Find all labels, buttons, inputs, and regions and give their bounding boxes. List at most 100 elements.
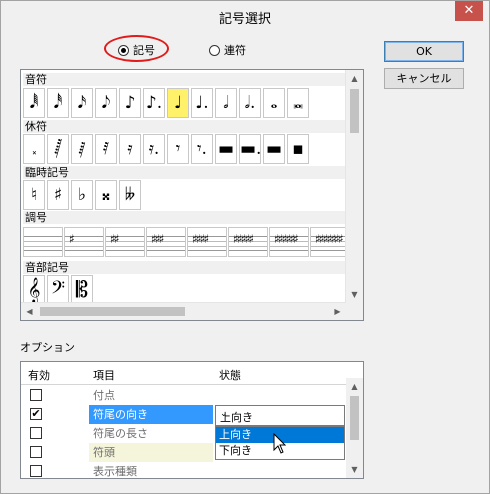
category-keys: 調号 <box>23 211 345 224</box>
key-row: ♯ ♯♯ ♯♯♯ ♯♯♯♯ ♯♯♯♯♯ ♯♯♯♯♯♯ ♯♯♯♯♯♯♯ <box>23 227 351 257</box>
accidental-symbol-cell[interactable]: ♭ <box>71 180 93 210</box>
key-signature-cell[interactable]: ♯♯♯ <box>146 227 186 257</box>
rest-symbol-cell[interactable]: 𝅁 <box>71 134 93 164</box>
key-accidentals: ♯♯ <box>110 232 120 246</box>
radio-tuplet[interactable]: 連符 <box>209 42 246 58</box>
option-item-name: 符尾の長さ <box>93 427 148 440</box>
note-symbol-cell[interactable]: ♪. <box>143 88 165 118</box>
note-symbol-cell[interactable]: 𝅘𝅥𝅯 <box>71 88 93 118</box>
rest-symbol-cell[interactable]: 𝅀 <box>95 134 117 164</box>
state-combobox[interactable]: 上向き ⌄ <box>215 405 345 426</box>
radio-tuplet-dot[interactable] <box>209 44 220 56</box>
rest-symbol-cell[interactable]: ▬ <box>215 134 237 164</box>
rest-symbol-cell[interactable]: ▬ <box>263 134 285 164</box>
rest-symbol-cell[interactable]: 𝄿 <box>119 134 141 164</box>
note-symbol-cell[interactable]: 𝅘𝅥𝅰 <box>47 88 69 118</box>
scroll-corner <box>346 303 363 320</box>
title-bar[interactable]: 記号選択 ✕ <box>1 1 489 31</box>
note-symbol-cell[interactable]: 𝅗𝅥. <box>239 88 261 118</box>
note-symbol-cell[interactable]: ♪ <box>119 88 141 118</box>
accidental-symbol-cell[interactable]: ♯ <box>47 180 69 210</box>
clef-row: 𝄞 𝄢 𝄡 <box>23 275 95 305</box>
highlight-oval <box>104 35 169 62</box>
key-accidentals: ♯ <box>69 232 75 246</box>
rest-symbol-cell[interactable]: ▪ <box>287 134 309 164</box>
option-row[interactable]: 付点 <box>21 386 346 405</box>
key-accidentals: ♯♯♯♯ <box>192 232 209 246</box>
scroll-right-icon[interactable]: ▶ <box>329 303 346 320</box>
key-signature-cell[interactable]: ♯♯♯♯ <box>187 227 227 257</box>
grid-scroll-thumb[interactable] <box>350 396 359 440</box>
enabled-checkbox[interactable] <box>30 465 42 477</box>
radio-tuplet-label: 連符 <box>224 44 246 57</box>
header-state: 状態 <box>219 369 241 382</box>
palette-vertical-scrollbar[interactable]: ▲ ▼ <box>345 70 363 303</box>
key-signature-cell[interactable]: ♯♯♯♯♯ <box>228 227 268 257</box>
key-accidentals: ♯♯♯♯♯♯♯ <box>315 232 344 246</box>
cancel-button[interactable]: キャンセル <box>384 68 464 89</box>
key-signature-cell[interactable]: ♯♯ <box>105 227 145 257</box>
clef-symbol-cell[interactable]: 𝄞 <box>23 275 45 305</box>
rest-symbol-cell[interactable]: 𝄿. <box>143 134 165 164</box>
scroll-thumb[interactable] <box>350 89 359 133</box>
rest-row: 𝅃 𝅂 𝅁 𝅀 𝄿 𝄿. 𝄾 𝄾. ▬ ▬. ▬ ▪ <box>23 134 311 164</box>
grid-scroll-up-icon[interactable]: ▲ <box>346 378 363 395</box>
option-item-name: 符尾の向き <box>89 405 213 424</box>
note-row: 𝅘𝅥𝅱 𝅘𝅥𝅰 𝅘𝅥𝅯 𝅘𝅥𝅮 ♪ ♪. ♩ ♩. 𝅗𝅥 𝅗𝅥. 𝅝 𝅜 <box>23 88 311 118</box>
options-label: オプション <box>20 341 75 354</box>
category-accidentals: 臨時記号 <box>23 166 345 179</box>
scroll-down-icon[interactable]: ▼ <box>346 286 363 303</box>
accidental-symbol-cell[interactable]: 𝄫 <box>119 180 141 210</box>
note-symbol-cell[interactable]: 𝅜 <box>287 88 309 118</box>
ok-button[interactable]: OK <box>384 41 464 62</box>
rest-symbol-cell[interactable]: 𝅂 <box>47 134 69 164</box>
enabled-checkbox[interactable] <box>30 389 42 401</box>
key-signature-cell[interactable] <box>23 227 63 257</box>
key-accidentals: ♯♯♯♯♯ <box>233 232 254 246</box>
enabled-checkbox[interactable] <box>30 446 42 458</box>
palette-horizontal-scrollbar[interactable]: ◀ ▶ <box>21 302 346 320</box>
note-symbol-cell[interactable]: 𝅝 <box>263 88 285 118</box>
window-title: 記号選択 <box>218 12 271 27</box>
option-item-name: 表示種類 <box>93 465 137 478</box>
grid-vertical-scrollbar[interactable]: ▲ ▼ <box>346 378 363 478</box>
header-enabled: 有効 <box>28 369 50 382</box>
chevron-down-icon[interactable]: ⌄ <box>220 409 339 419</box>
clef-symbol-cell[interactable]: 𝄢 <box>47 275 69 305</box>
clef-symbol-cell[interactable]: 𝄡 <box>71 275 93 305</box>
option-item-name: 付点 <box>93 389 115 402</box>
staff-lines <box>24 236 62 251</box>
scroll-up-icon[interactable]: ▲ <box>346 70 363 87</box>
enabled-checkbox[interactable]: ✔ <box>30 408 42 420</box>
note-symbol-cell[interactable]: 𝅗𝅥 <box>215 88 237 118</box>
note-symbol-cell[interactable]: ♩. <box>191 88 213 118</box>
key-accidentals: ♯♯♯ <box>151 232 164 246</box>
note-symbol-cell[interactable]: 𝅘𝅥𝅱 <box>23 88 45 118</box>
rest-symbol-cell[interactable]: 𝄾. <box>191 134 213 164</box>
note-symbol-cell[interactable]: 𝅘𝅥𝅮 <box>95 88 117 118</box>
header-item: 項目 <box>93 369 115 382</box>
accidental-symbol-cell[interactable]: ♮ <box>23 180 45 210</box>
category-rests: 休符 <box>23 120 345 133</box>
category-clefs: 音部記号 <box>23 261 345 274</box>
option-row[interactable]: 表示種類 <box>21 462 346 478</box>
scroll-left-icon[interactable]: ◀ <box>21 303 38 320</box>
grid-header: 有効 項目 状態 <box>21 362 346 385</box>
rest-symbol-cell[interactable]: ▬. <box>239 134 261 164</box>
accidental-symbol-cell[interactable]: 𝄪 <box>95 180 117 210</box>
key-signature-cell[interactable]: ♯♯♯♯♯♯♯ <box>310 227 350 257</box>
rest-symbol-cell[interactable]: 𝄾 <box>167 134 189 164</box>
rest-symbol-cell[interactable]: 𝅃 <box>23 134 45 164</box>
grid-scroll-down-icon[interactable]: ▼ <box>346 461 363 478</box>
option-item-name: 符頭 <box>89 443 213 462</box>
key-signature-cell[interactable]: ♯♯♯♯♯♯ <box>269 227 309 257</box>
key-signature-cell[interactable]: ♯ <box>64 227 104 257</box>
symbol-palette: 音符 𝅘𝅥𝅱 𝅘𝅥𝅰 𝅘𝅥𝅯 𝅘𝅥𝅮 ♪ ♪. ♩ ♩. 𝅗𝅥 𝅗𝅥. 𝅝 𝅜 休符 𝅃 𝅂 𝅁 𝅀 𝄿 𝄿. 𝄾… <box>20 69 364 321</box>
accidental-row: ♮ ♯ ♭ 𝄪 𝄫 <box>23 180 143 210</box>
enabled-checkbox[interactable] <box>30 427 42 439</box>
note-symbol-cell[interactable]: ♩ <box>167 88 189 118</box>
key-accidentals: ♯♯♯♯♯♯ <box>274 232 299 246</box>
close-button[interactable]: ✕ <box>455 1 483 21</box>
mouse-cursor-icon <box>273 433 287 454</box>
hscroll-thumb[interactable] <box>40 307 185 316</box>
